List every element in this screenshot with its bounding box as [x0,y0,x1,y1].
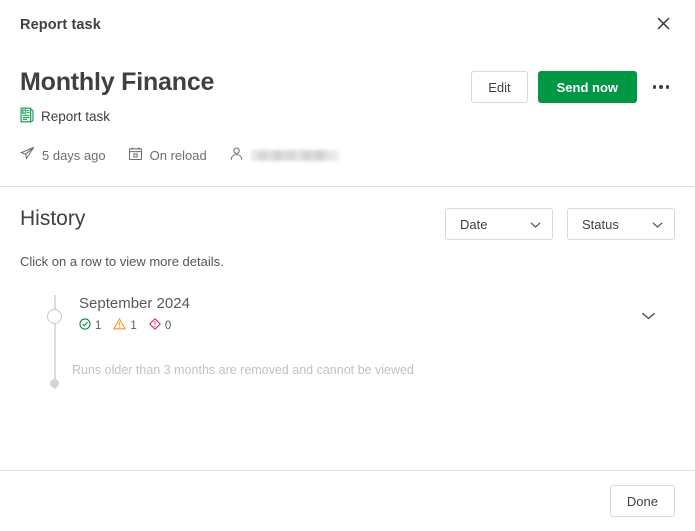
modal-header-title: Report task [20,16,101,33]
task-actions: Edit Send now [471,65,675,103]
send-plane-icon [19,146,35,164]
timeline-ring-icon [47,309,62,324]
modal-footer: Done [0,470,695,531]
history-section: History Date Status Click on a row to vi… [0,187,695,389]
calendar-icon [128,146,143,164]
history-filters: Date Status [445,207,675,240]
report-task-icon [20,107,35,126]
chevron-down-icon [530,217,541,232]
person-icon [229,146,244,164]
edit-button[interactable]: Edit [471,71,528,103]
filter-status-label: Status [582,216,619,232]
run-summary: September 2024 1 1 0 [54,295,633,333]
task-type: Report task [20,107,214,126]
filter-status[interactable]: Status [567,208,675,240]
task-title-group: Monthly Finance Report task [20,65,214,126]
chevron-down-icon [652,217,663,232]
status-warning: 1 [113,317,137,333]
meta-last-run-label: 5 days ago [42,147,106,163]
retention-note-label: Runs older than 3 months are removed and… [72,363,414,377]
send-now-button[interactable]: Send now [537,71,637,103]
retention-note: Runs older than 3 months are removed and… [54,362,675,378]
history-hint: Click on a row to view more details. [20,254,224,269]
status-success: 1 [79,318,101,333]
run-period-label: September 2024 [79,295,190,312]
task-summary: Monthly Finance Report task Edit Send no… [0,49,695,186]
expand-row-button[interactable] [633,301,663,331]
close-button[interactable] [649,11,677,39]
chevron-down-icon [641,309,656,324]
meta-last-run: 5 days ago [19,146,106,164]
status-warning-count: 1 [130,319,137,332]
retention-note-row: Runs older than 3 months are removed and… [20,351,675,389]
meta-trigger: On reload [128,146,207,164]
meta-owner [229,146,339,164]
task-type-label: Report task [41,109,111,124]
page-title: Monthly Finance [20,68,215,96]
close-icon [656,16,671,34]
timeline-dot-icon [50,379,59,388]
meta-owner-redacted [250,149,339,161]
filter-date-label: Date [460,216,488,232]
error-diamond-icon [148,318,161,333]
modal-header: Report task [0,0,695,49]
more-options-button[interactable] [647,73,675,101]
done-button[interactable]: Done [609,485,675,517]
status-error-count: 0 [164,319,172,332]
meta-trigger-label: On reload [149,147,207,163]
table-row[interactable]: September 2024 1 1 0 [20,295,675,351]
status-success-count: 1 [95,319,102,332]
filter-date[interactable]: Date [445,208,553,240]
kebab-menu-icon [652,85,670,89]
history-timeline: September 2024 1 1 0 Runs older than 3 m… [20,295,675,389]
task-meta: 5 days ago On reload [19,146,675,186]
check-circle-icon [79,318,91,333]
task-title-row: Monthly Finance Report task Edit Send no… [20,65,675,126]
warning-triangle-icon [113,317,127,333]
history-title: History [20,207,86,230]
status-error: 0 [148,318,172,333]
run-status-counts: 1 1 0 [79,317,633,333]
history-header: History Date Status [20,207,675,240]
